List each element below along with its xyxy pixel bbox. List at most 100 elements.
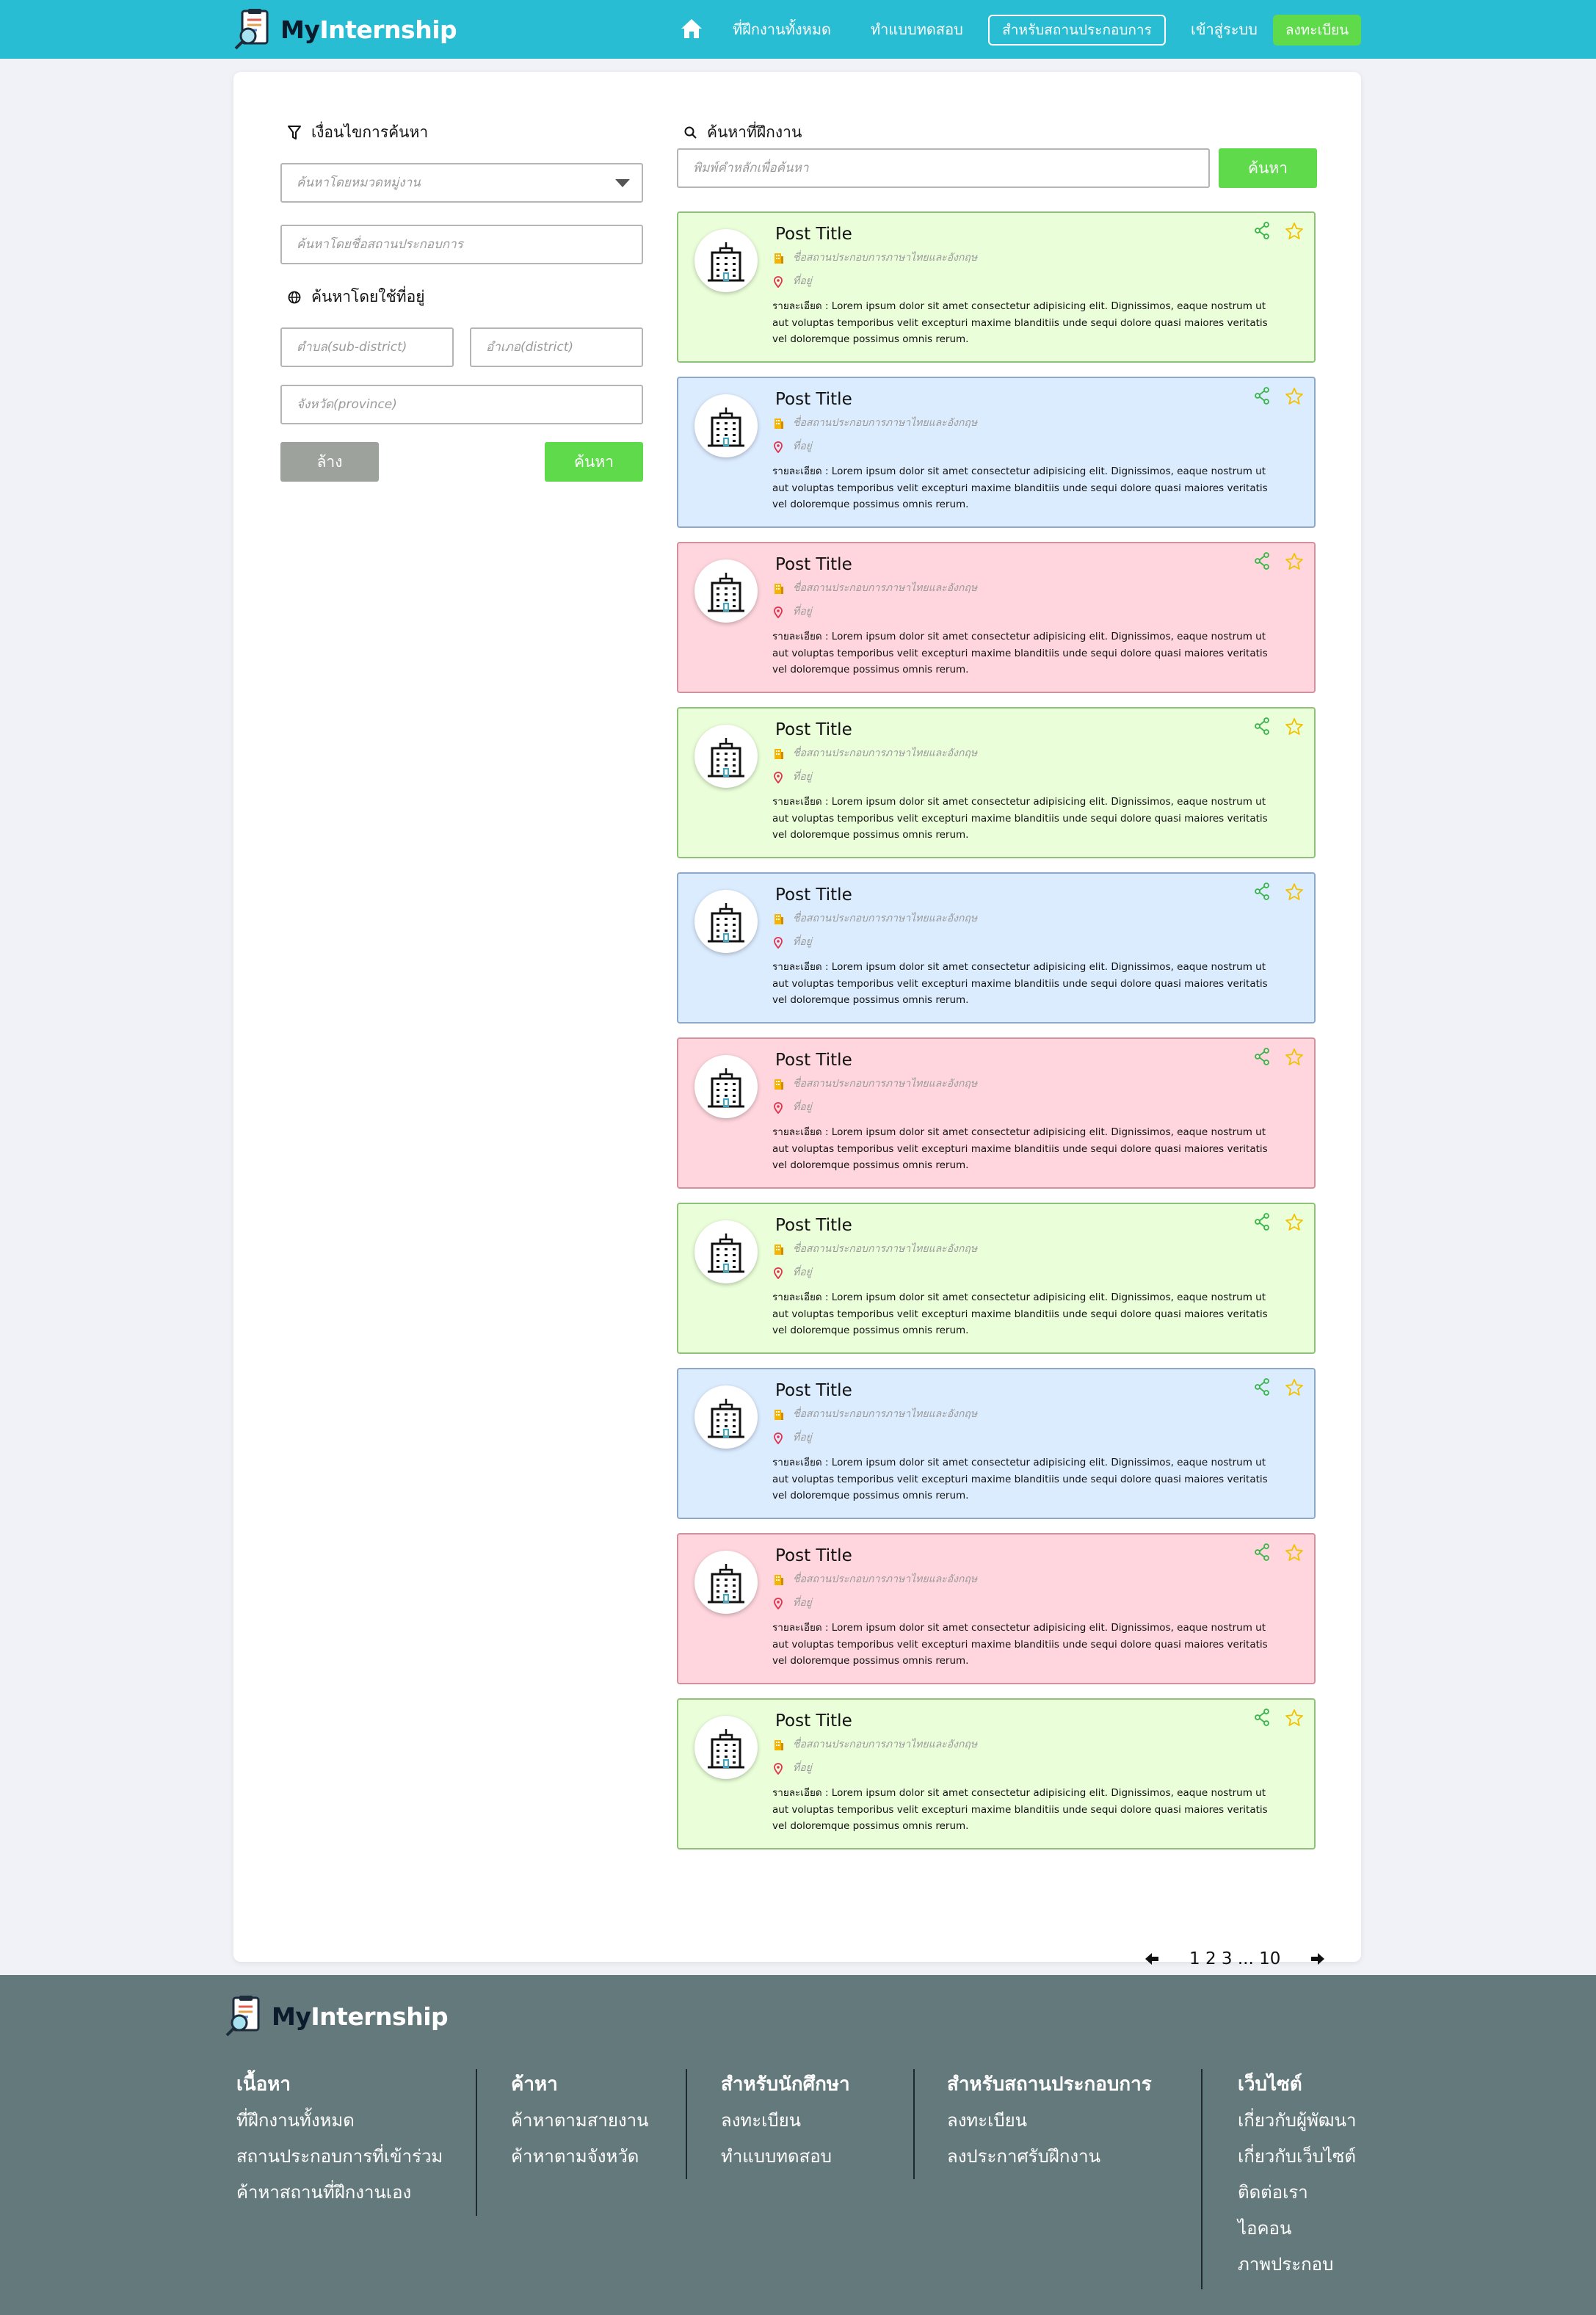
district-input[interactable]: อำเภอ(district) [470,327,643,367]
footer-link[interactable]: ค้าหาตามจังหวัด [511,2142,649,2170]
post-description: รายละเอียด : Lorem ipsum dolor sit amet … [772,796,1268,841]
footer-link[interactable]: ทำแบบทดสอบ [721,2142,850,2170]
post-title[interactable]: Post Title [775,555,852,574]
post-company: ชื่อสถานประกอบการภาษาไทยและอังกฤษ [793,747,978,759]
filter-search-button[interactable]: ค้นหา [545,442,643,482]
footer-link[interactable]: เกี่ยวกับเว็บไซต์ [1238,2142,1356,2170]
post-description: รายละเอียด : Lorem ipsum dolor sit amet … [772,1291,1268,1336]
clear-button[interactable]: ล้าง [280,442,379,482]
star-icon[interactable] [1285,1378,1304,1397]
share-icon[interactable] [1254,1048,1270,1065]
footer-link[interactable]: ที่ฝึกงานทั้งหมด [236,2106,443,2134]
star-icon[interactable] [1285,552,1304,571]
star-icon[interactable] [1285,222,1304,241]
arrow-left-icon[interactable] [1144,1952,1160,1966]
post-description: รายละเอียด : Lorem ipsum dolor sit amet … [772,1622,1268,1667]
brand[interactable]: MyInternship [233,7,457,51]
footer-link[interactable]: ค้าหาสถานที่ฝึกงานเอง [236,2178,443,2206]
star-icon[interactable] [1285,1543,1304,1562]
post-card[interactable]: Post Title ชื่อสถานประกอบการภาษาไทยและอัง… [677,1698,1316,1850]
share-icon[interactable] [1254,552,1270,570]
footer-link[interactable]: เกี่ยวกับผู้พัฒนา [1238,2106,1356,2134]
province-input[interactable]: จังหวัด(province) [280,385,643,424]
post-company: ชื่อสถานประกอบการภาษาไทยและอังกฤษ [793,252,978,264]
building-icon [694,1385,758,1449]
post-card[interactable]: Post Title ชื่อสถานประกอบการภาษาไทยและอัง… [677,211,1316,363]
share-icon[interactable] [1254,717,1270,735]
share-icon[interactable] [1254,1543,1270,1561]
nav-quiz[interactable]: ทำแบบทดสอบ [871,16,963,43]
keyword-search-input[interactable]: พิมพ์คำหลักเพื่อค้นหา [677,148,1210,188]
keyword-search-button[interactable]: ค้นหา [1219,148,1317,188]
filter-title: เงื่อนไขการค้นหา [288,120,428,145]
company-icon [774,1574,784,1586]
post-card[interactable]: Post Title ชื่อสถานประกอบการภาษาไทยและอัง… [677,542,1316,693]
post-title[interactable]: Post Title [775,1051,852,1070]
star-icon[interactable] [1285,1213,1304,1232]
post-title[interactable]: Post Title [775,885,852,905]
address-filter-title-text: ค้นหาโดยใช้ที่อยู่ [311,288,425,305]
page-numbers[interactable]: 1 2 3 ... 10 [1189,1949,1280,1968]
footer-divider [1201,2069,1203,2289]
post-company: ชื่อสถานประกอบการภาษาไทยและอังกฤษ [793,1078,978,1090]
post-card[interactable]: Post Title ชื่อสถานประกอบการภาษาไทยและอัง… [677,377,1316,528]
share-icon[interactable] [1254,387,1270,405]
subdistrict-input[interactable]: ตำบล(sub-district) [280,327,454,367]
star-icon[interactable] [1285,1048,1304,1067]
post-title[interactable]: Post Title [775,1546,852,1565]
building-icon [694,890,758,953]
footer-link[interactable]: ไอคอน [1238,2214,1356,2242]
post-address: ที่อยู่ [793,1101,812,1113]
post-address: ที่อยู่ [793,936,812,948]
post-title[interactable]: Post Title [775,1711,852,1731]
star-icon[interactable] [1285,717,1304,736]
footer-link[interactable]: ภาพประกอบ [1238,2250,1356,2278]
footer-link[interactable]: สถานประกอบการที่เข้าร่วม [236,2142,443,2170]
post-title[interactable]: Post Title [775,1381,852,1400]
building-icon [694,394,758,457]
footer-brand[interactable]: MyInternship [225,1994,449,2038]
post-card[interactable]: Post Title ชื่อสถานประกอบการภาษาไทยและอัง… [677,872,1316,1024]
nav-login[interactable]: เข้าสู่ระบบ [1191,16,1258,43]
star-icon[interactable] [1285,387,1304,406]
share-icon[interactable] [1254,1378,1270,1396]
star-icon[interactable] [1285,1709,1304,1728]
post-title[interactable]: Post Title [775,720,852,739]
post-card[interactable]: Post Title ชื่อสถานประกอบการภาษาไทยและอัง… [677,1533,1316,1684]
footer: MyInternship เนื้อหา ที่ฝึกงานทั้งหมด สถ… [0,1975,1596,2315]
company-icon [774,913,784,925]
post-card[interactable]: Post Title ชื่อสถานประกอบการภาษาไทยและอัง… [677,1368,1316,1519]
category-select-placeholder: ค้นหาโดยหมวดหมู่งาน [297,175,421,190]
category-select[interactable]: ค้นหาโดยหมวดหมู่งาน [280,163,643,203]
footer-link[interactable]: ลงทะเบียน [947,2106,1152,2134]
nav-for-business-button[interactable]: สำหรับสถานประกอบการ [988,15,1166,46]
post-title[interactable]: Post Title [775,225,852,244]
logo-icon [233,8,275,51]
arrow-right-icon[interactable] [1310,1952,1326,1966]
footer-link[interactable]: ค้าหาตามสายงาน [511,2106,649,2134]
post-card[interactable]: Post Title ชื่อสถานประกอบการภาษาไทยและอัง… [677,1037,1316,1189]
building-icon [694,1055,758,1118]
star-icon[interactable] [1285,883,1304,902]
share-icon[interactable] [1254,883,1270,900]
post-title[interactable]: Post Title [775,1216,852,1235]
post-card[interactable]: Post Title ชื่อสถานประกอบการภาษาไทยและอัง… [677,707,1316,858]
search-title: ค้นหาที่ฝึกงาน [684,120,802,145]
filter-icon [288,125,301,140]
footer-link[interactable]: ติดต่อเรา [1238,2178,1356,2206]
nav-all-internships[interactable]: ที่ฝึกงานทั้งหมด [733,16,831,43]
post-address: ที่อยู่ [793,1432,812,1443]
building-icon [694,725,758,788]
footer-link[interactable]: ลงทะเบียน [721,2106,850,2134]
footer-link[interactable]: ลงประกาศรับฝึกงาน [947,2142,1152,2170]
register-button[interactable]: ลงทะเบียน [1273,15,1361,46]
company-search-input[interactable]: ค้นหาโดยชื่อสถานประกอบการ [280,225,643,264]
share-icon[interactable] [1254,222,1270,239]
share-icon[interactable] [1254,1213,1270,1231]
location-pin-icon [774,1267,783,1280]
footer-heading: เว็บไซต์ [1238,2073,1302,2095]
share-icon[interactable] [1254,1709,1270,1726]
home-icon[interactable] [680,18,703,40]
post-card[interactable]: Post Title ชื่อสถานประกอบการภาษาไทยและอัง… [677,1203,1316,1354]
post-title[interactable]: Post Title [775,390,852,409]
